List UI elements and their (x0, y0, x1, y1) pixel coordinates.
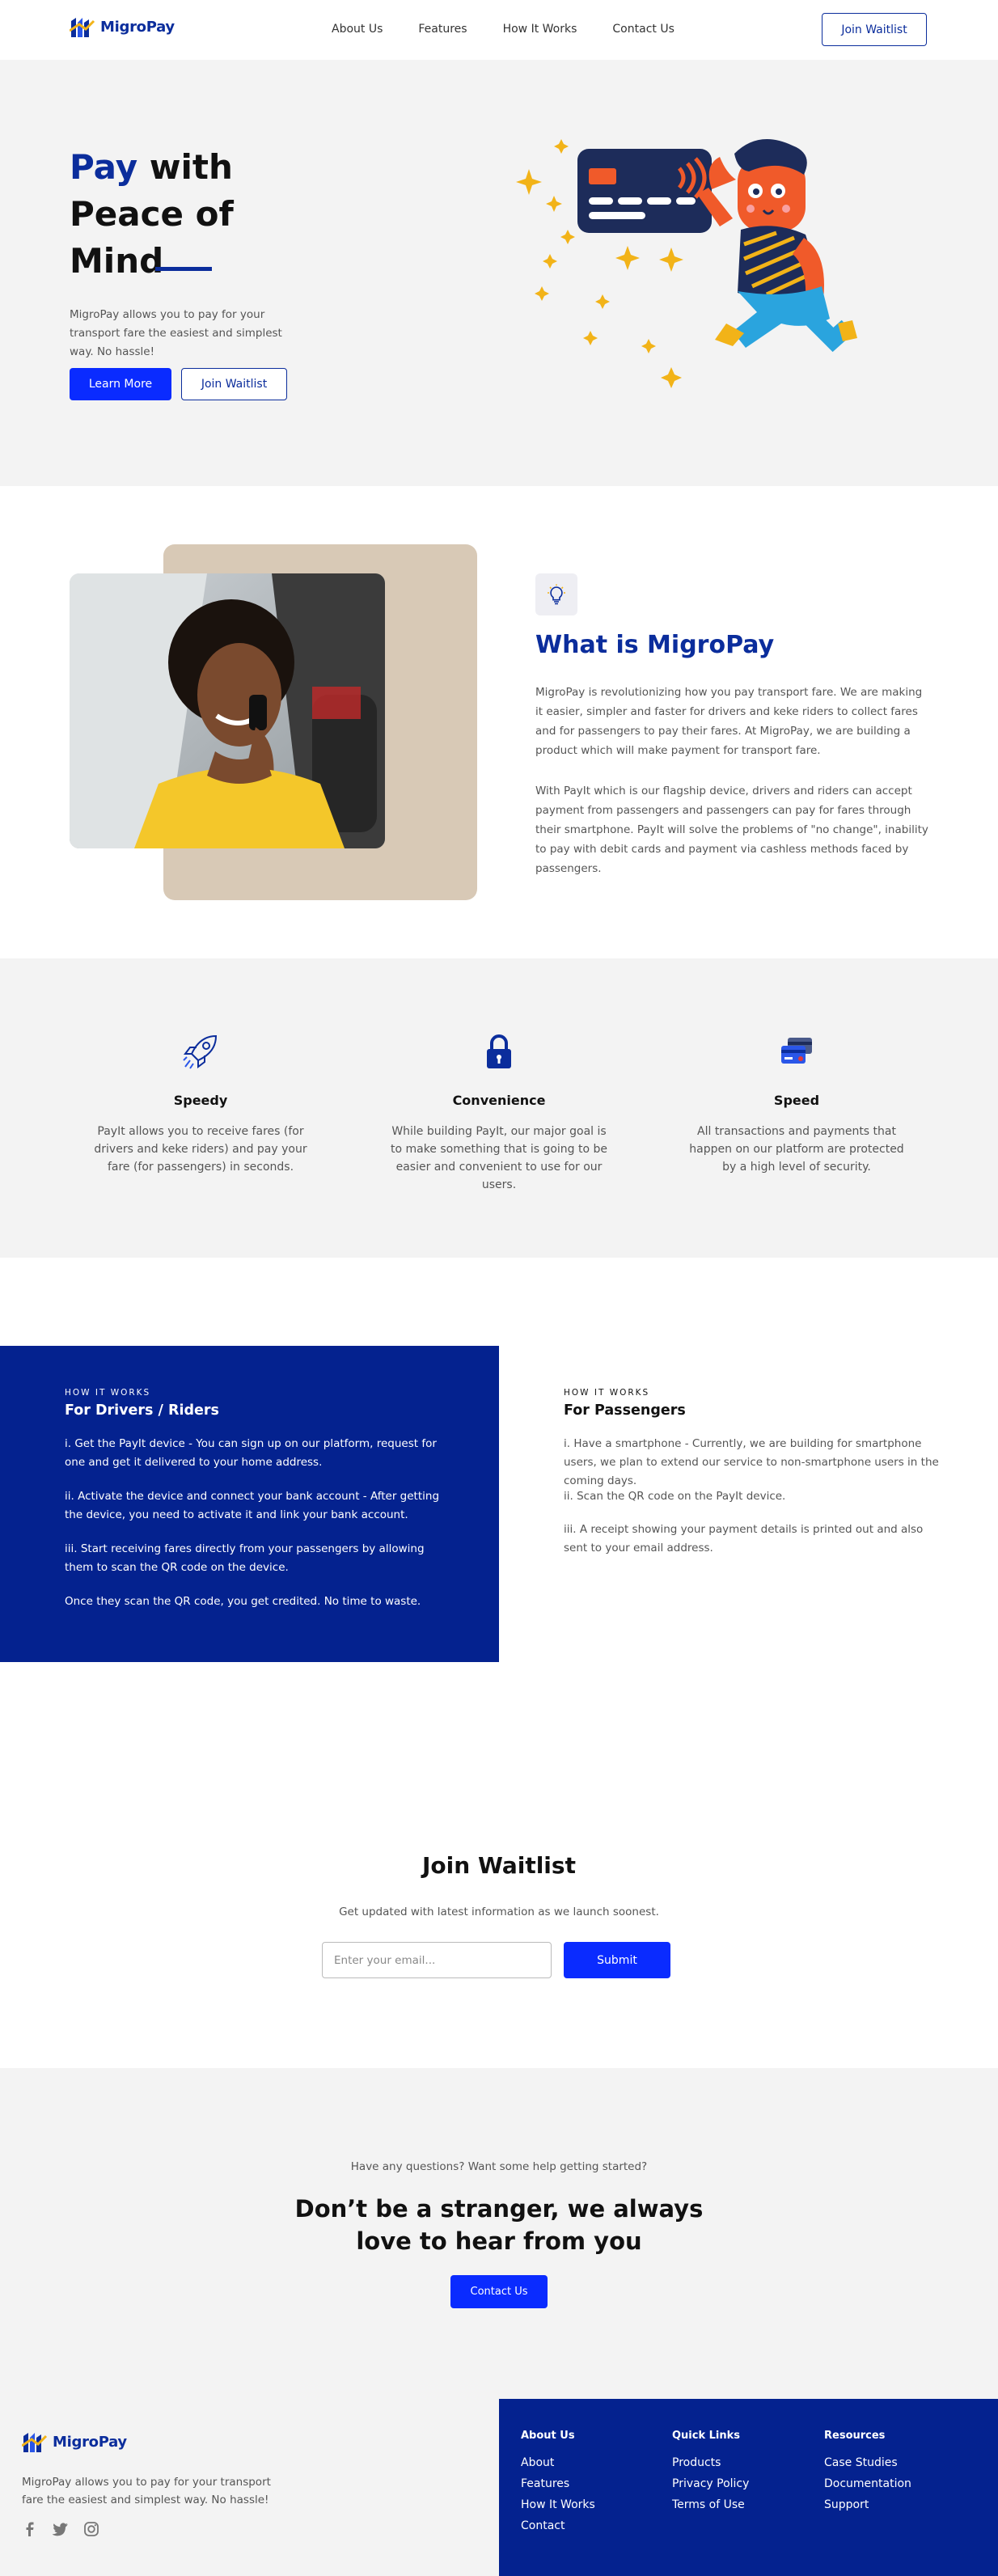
about-icon-box (535, 573, 577, 615)
page: MigroPay About Us Features How It Works … (0, 0, 998, 2576)
contact-question: Have any questions? Want some help getti… (350, 2160, 648, 2173)
feature-title: Speed (773, 1093, 820, 1108)
how-step: ii. Activate the device and connect your… (65, 1490, 440, 1521)
hero-description: MigroPay allows you to pay for your tran… (70, 308, 282, 358)
hero-underline (155, 267, 212, 271)
footer-links: About Us About Features How It Works Con… (499, 2399, 998, 2576)
footer-link-products[interactable]: Products (672, 2456, 749, 2469)
footer-brand: MigroPay MigroPay allows you to pay for … (0, 2399, 499, 2576)
rocket-icon (183, 1034, 218, 1069)
footer-column-resources: Resources Case Studies Documentation Sup… (824, 2430, 911, 2519)
footer-link-contact[interactable]: Contact (521, 2519, 595, 2532)
footer-column-title: Resources (824, 2430, 886, 2442)
feature-title: Convenience (452, 1093, 546, 1108)
logo-mark-icon (22, 2433, 48, 2452)
learn-more-button[interactable]: Learn More (70, 368, 171, 400)
instagram-icon[interactable] (83, 2521, 99, 2537)
feature-title: Speedy (173, 1093, 228, 1108)
nav-link-contact[interactable]: Contact Us (612, 23, 674, 36)
nav-link-features[interactable]: Features (418, 23, 467, 36)
how-step: i. Have a smartphone - Currently, we are… (564, 1437, 939, 1487)
footer-link-about[interactable]: About (521, 2456, 595, 2469)
nav-link-about[interactable]: About Us (332, 23, 383, 36)
how-step: iii. Start receiving fares directly from… (65, 1542, 425, 1574)
woman-on-phone-photo (70, 573, 385, 848)
nav-join-waitlist-button[interactable]: Join Waitlist (822, 13, 927, 46)
credit-card-icon (577, 149, 712, 233)
footer-link-how-it-works[interactable]: How It Works (521, 2498, 595, 2511)
logo-text: MigroPay (53, 2433, 127, 2451)
footer-link-terms-of-use[interactable]: Terms of Use (672, 2498, 749, 2511)
contact-title-line2: love to hear from you (356, 2227, 642, 2255)
how-it-works-passengers: HOW IT WORKS For Passengers i. Have a sm… (499, 1346, 998, 1662)
how-heading: For Drivers / Riders (65, 1402, 219, 1419)
footer-logo[interactable]: MigroPay (22, 2430, 127, 2454)
feature-speedy: Speedy PayIt allows you to receive fares… (83, 1031, 318, 1176)
logo-text: MigroPay (100, 18, 175, 36)
submit-button[interactable]: Submit (564, 1942, 670, 1978)
about-paragraph-2: With PayIt which is our flagship device,… (535, 785, 928, 875)
footer-column-title: Quick Links (672, 2430, 741, 2442)
email-field[interactable] (322, 1942, 552, 1978)
hero-title-accent: Pay (70, 147, 138, 187)
contact-title-line1: Don’t be a stranger, we always (294, 2195, 704, 2223)
hero-title-line2: Peace of (70, 194, 234, 234)
footer-link-case-studies[interactable]: Case Studies (824, 2456, 911, 2469)
features-section: Speedy PayIt allows you to receive fares… (0, 958, 998, 1258)
how-step: ii. Scan the QR code on the PayIt device… (564, 1490, 786, 1503)
nav-links: About Us Features How It Works Contact U… (332, 23, 674, 36)
how-step: i. Get the PayIt device - You can sign u… (65, 1437, 437, 1469)
how-it-works-drivers: HOW IT WORKS For Drivers / Riders i. Get… (0, 1346, 499, 1662)
footer-link-features[interactable]: Features (521, 2477, 595, 2490)
footer-column-quick-links: Quick Links Products Privacy Policy Term… (672, 2430, 749, 2519)
waitlist-subtitle: Get updated with latest information as w… (339, 1906, 659, 1918)
social-links (22, 2521, 99, 2537)
feature-speed: Speed All transactions and payments that… (679, 1031, 914, 1176)
footer-column-title: About Us (521, 2430, 575, 2442)
feature-convenience: Convenience While building PayIt, our ma… (382, 1031, 616, 1194)
hero-section: Pay with Peace of Mind MigroPay allows y… (0, 60, 998, 486)
hero-join-waitlist-button[interactable]: Join Waitlist (181, 368, 287, 400)
waitlist-title: Join Waitlist (422, 1852, 576, 1879)
hero-title-line1: with (137, 147, 233, 187)
top-nav: MigroPay About Us Features How It Works … (0, 0, 998, 60)
feature-description: PayIt allows you to receive fares (for d… (94, 1125, 307, 1174)
about-title: What is MigroPay (535, 631, 775, 659)
lightbulb-icon (548, 584, 565, 605)
character-illustration (697, 139, 857, 353)
logo-mark-icon (70, 18, 95, 37)
lock-icon (487, 1034, 511, 1068)
how-kicker: HOW IT WORKS (65, 1388, 151, 1398)
feature-description: All transactions and payments that happe… (689, 1125, 904, 1174)
how-step: Once they scan the QR code, you get cred… (65, 1595, 421, 1608)
cards-icon (781, 1038, 812, 1064)
about-paragraph-1: MigroPay is revolutionizing how you pay … (535, 686, 923, 757)
logo[interactable]: MigroPay (70, 15, 175, 39)
footer-link-support[interactable]: Support (824, 2498, 911, 2511)
footer-column-about: About Us About Features How It Works Con… (521, 2430, 595, 2540)
hero-illustration (516, 139, 857, 388)
contact-us-button[interactable]: Contact Us (450, 2275, 548, 2308)
footer-link-documentation[interactable]: Documentation (824, 2477, 911, 2490)
about-photo (70, 573, 385, 848)
how-heading: For Passengers (564, 1402, 686, 1419)
how-kicker: HOW IT WORKS (564, 1388, 650, 1398)
footer-link-privacy-policy[interactable]: Privacy Policy (672, 2477, 749, 2490)
hero-title: Pay with Peace of Mind (70, 144, 234, 285)
how-step: iii. A receipt showing your payment deta… (564, 1523, 924, 1554)
footer-description: MigroPay allows you to pay for your tran… (22, 2476, 271, 2506)
facebook-icon[interactable] (22, 2521, 38, 2537)
twitter-icon[interactable] (53, 2521, 69, 2537)
hero-title-line3: Mind (70, 241, 164, 281)
contact-section: Have any questions? Want some help getti… (0, 2068, 998, 2399)
nav-link-how-it-works[interactable]: How It Works (503, 23, 577, 36)
feature-description: While building PayIt, our major goal is … (390, 1125, 608, 1191)
contact-title: Don’t be a stranger, we always love to h… (0, 2193, 998, 2257)
